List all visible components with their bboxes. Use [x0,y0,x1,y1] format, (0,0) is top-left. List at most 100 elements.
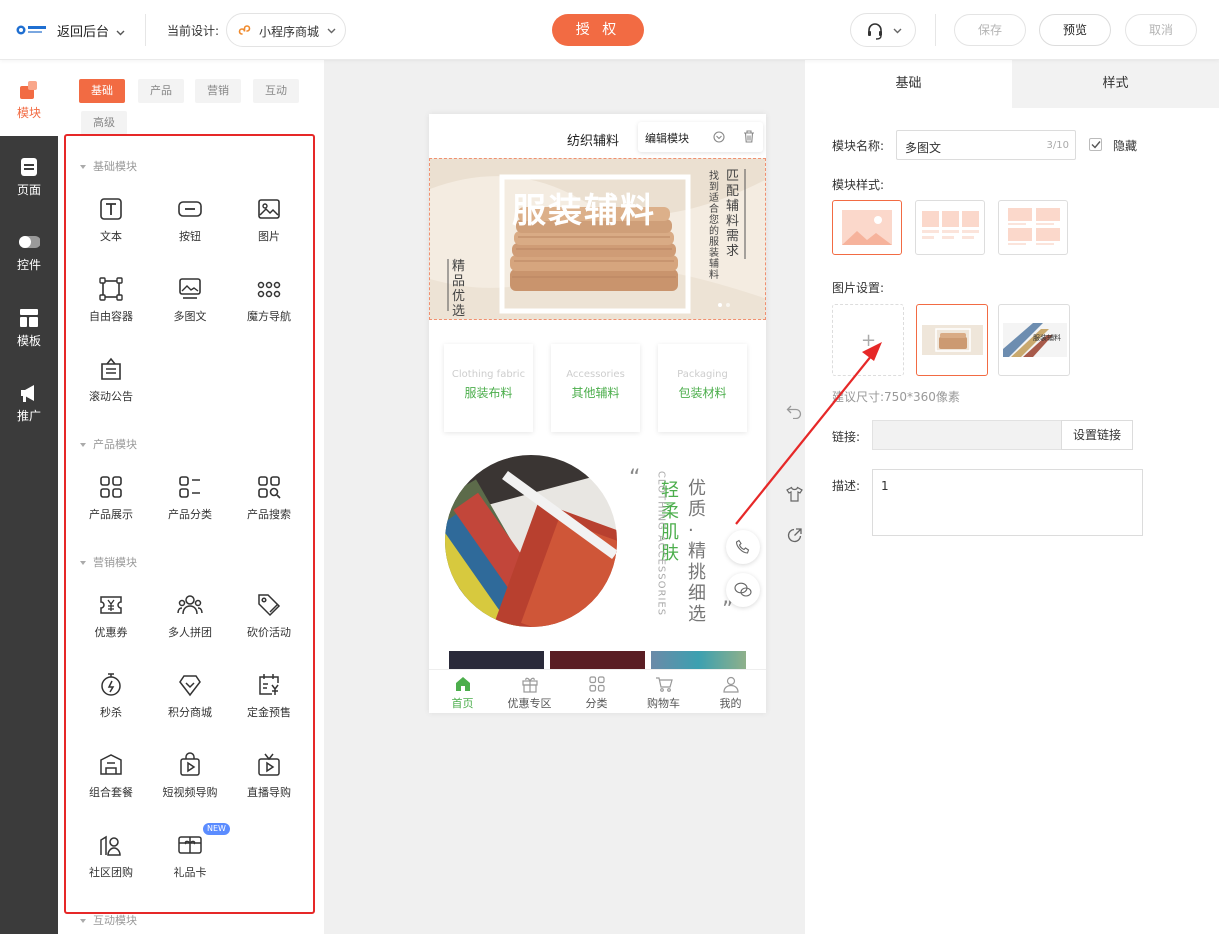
video-bag-icon [177,752,203,778]
module-image[interactable]: 图片 [229,196,309,244]
module-button[interactable]: 按钮 [150,196,230,244]
panel-tab-basic[interactable]: 基础 [805,60,1012,108]
category-card[interactable]: Accessories 其他辅料 [551,344,640,432]
support-dropdown[interactable] [850,13,916,47]
module-deposit-presale[interactable]: 定金预售 [229,672,309,720]
module-name-input[interactable]: 多图文 3/10 [896,130,1076,160]
link-input[interactable] [872,420,1062,450]
section-basic-modules[interactable]: 基础模块 [80,158,137,174]
style-option-grid[interactable] [998,200,1068,255]
module-community-group[interactable]: 社区团购 [71,832,151,880]
tab-label: 购物车 [647,697,680,710]
module-live-stream[interactable]: 直播导购 [229,752,309,800]
notice-icon [98,356,124,382]
module-product-display[interactable]: 产品展示 [71,474,151,522]
preview-button[interactable]: 预览 [1039,14,1111,46]
module-flash-sale[interactable]: 秒杀 [71,672,151,720]
rail-item-modules[interactable]: 模块 [0,80,58,121]
fabric-swatches-image[interactable] [445,455,617,627]
tab-deals[interactable]: 优惠专区 [496,670,563,711]
design-select[interactable]: 小程序商城 [226,13,346,47]
rail-item-label: 模块 [16,106,41,120]
module-label: 定金预售 [247,706,291,719]
module-coupon[interactable]: 优惠券 [71,592,151,640]
description-textarea[interactable]: 1 [872,469,1143,536]
tab-category[interactable]: 分类 [563,670,630,711]
rail-item-controls[interactable]: 控件 [0,232,58,273]
section-product-modules[interactable]: 产品模块 [80,436,137,452]
style-option-three-column[interactable] [915,200,985,255]
style-option-single[interactable] [832,200,902,255]
module-label: 秒杀 [100,706,122,719]
check-icon [1091,140,1101,149]
palette-tab-advanced[interactable]: 高级 [81,111,127,135]
module-label: 直播导购 [247,786,291,799]
search-grid-icon [256,474,282,500]
cart-icon [655,675,673,693]
image-thumbnail-1[interactable] [916,304,988,376]
category-en-label: Accessories [566,369,625,380]
module-scroll-notice[interactable]: 滚动公告 [71,356,151,404]
phone-preview[interactable]: 纺织辅料 编辑模块 服装辅料 匹配辅料需求 找到适合您的服装辅料 精品优选 Cl… [429,114,766,713]
phone-float-button[interactable] [726,530,760,564]
headset-icon [865,21,885,41]
tab-cart[interactable]: 购物车 [630,670,697,711]
set-link-button[interactable]: 设置链接 [1061,420,1133,450]
module-short-video[interactable]: 短视频导购 [150,752,230,800]
megaphone-icon [18,383,40,403]
wechat-float-button[interactable] [726,573,760,607]
module-points-mall[interactable]: 积分商城 [150,672,230,720]
palette-tab-product[interactable]: 产品 [138,79,184,103]
section-interaction-modules[interactable]: 互动模块 [80,912,137,928]
style-three-column-icon [922,211,979,239]
product-thumb[interactable] [449,651,544,669]
module-bargain[interactable]: 砍价活动 [229,592,309,640]
module-gift-card[interactable]: 礼品卡 [150,832,230,880]
category-card[interactable]: Clothing fabric 服装布料 [444,344,533,432]
save-button[interactable]: 保存 [954,14,1026,46]
palette-tab-basic[interactable]: 基础 [79,79,125,103]
caret-down-icon [80,561,86,565]
header-divider [935,14,936,46]
calendar-price-icon [256,672,282,698]
module-text[interactable]: 文本 [71,196,151,244]
product-thumb[interactable] [550,651,645,669]
trash-icon[interactable] [743,130,755,143]
edit-module-label: 编辑模块 [645,132,689,145]
rail-item-pages[interactable]: 页面 [0,157,58,198]
image-settings-label: 图片设置: [832,281,885,295]
rail-item-promotion[interactable]: 推广 [0,383,58,424]
cancel-button[interactable]: 取消 [1125,14,1197,46]
back-to-admin-button[interactable]: 返回后台 [57,21,125,40]
module-label: 积分商城 [168,706,212,719]
module-free-container[interactable]: 自由容器 [71,276,151,324]
authorize-button[interactable]: 授 权 [552,14,644,46]
button-icon [177,196,203,222]
module-multi-image-text[interactable]: 多图文 [150,276,230,324]
module-style-label: 模块样式: [832,178,885,192]
hide-checkbox[interactable] [1089,138,1102,151]
module-group-buy[interactable]: 多人拼团 [150,592,230,640]
module-product-search[interactable]: 产品搜索 [229,474,309,522]
tab-mine[interactable]: 我的 [697,670,764,711]
palette-tab-marketing[interactable]: 营销 [195,79,241,103]
image-thumbnail-2[interactable]: 服装辅料 [998,304,1070,376]
tab-home[interactable]: 首页 [429,670,496,711]
panel-tab-style[interactable]: 样式 [1012,60,1219,108]
section-marketing-modules[interactable]: 营销模块 [80,554,137,570]
module-label: 社区团购 [89,866,133,879]
module-cube-nav[interactable]: 魔方导航 [229,276,309,324]
tab-label: 优惠专区 [507,697,552,710]
module-product-category[interactable]: 产品分类 [150,474,230,522]
rail-item-templates[interactable]: 模板 [0,308,58,349]
banner-module[interactable]: 服装辅料 匹配辅料需求 找到适合您的服装辅料 精品优选 [429,158,766,320]
palette-tab-interaction[interactable]: 互动 [253,79,299,103]
category-zh-label: 其他辅料 [571,386,620,400]
coupon-icon [98,592,124,618]
caret-down-icon [80,165,86,169]
module-label: 礼品卡 [173,866,207,879]
collapse-icon[interactable] [713,131,725,143]
module-combo-package[interactable]: 组合套餐 [71,752,151,800]
product-thumb[interactable] [651,651,746,669]
new-badge: NEW [203,823,230,835]
